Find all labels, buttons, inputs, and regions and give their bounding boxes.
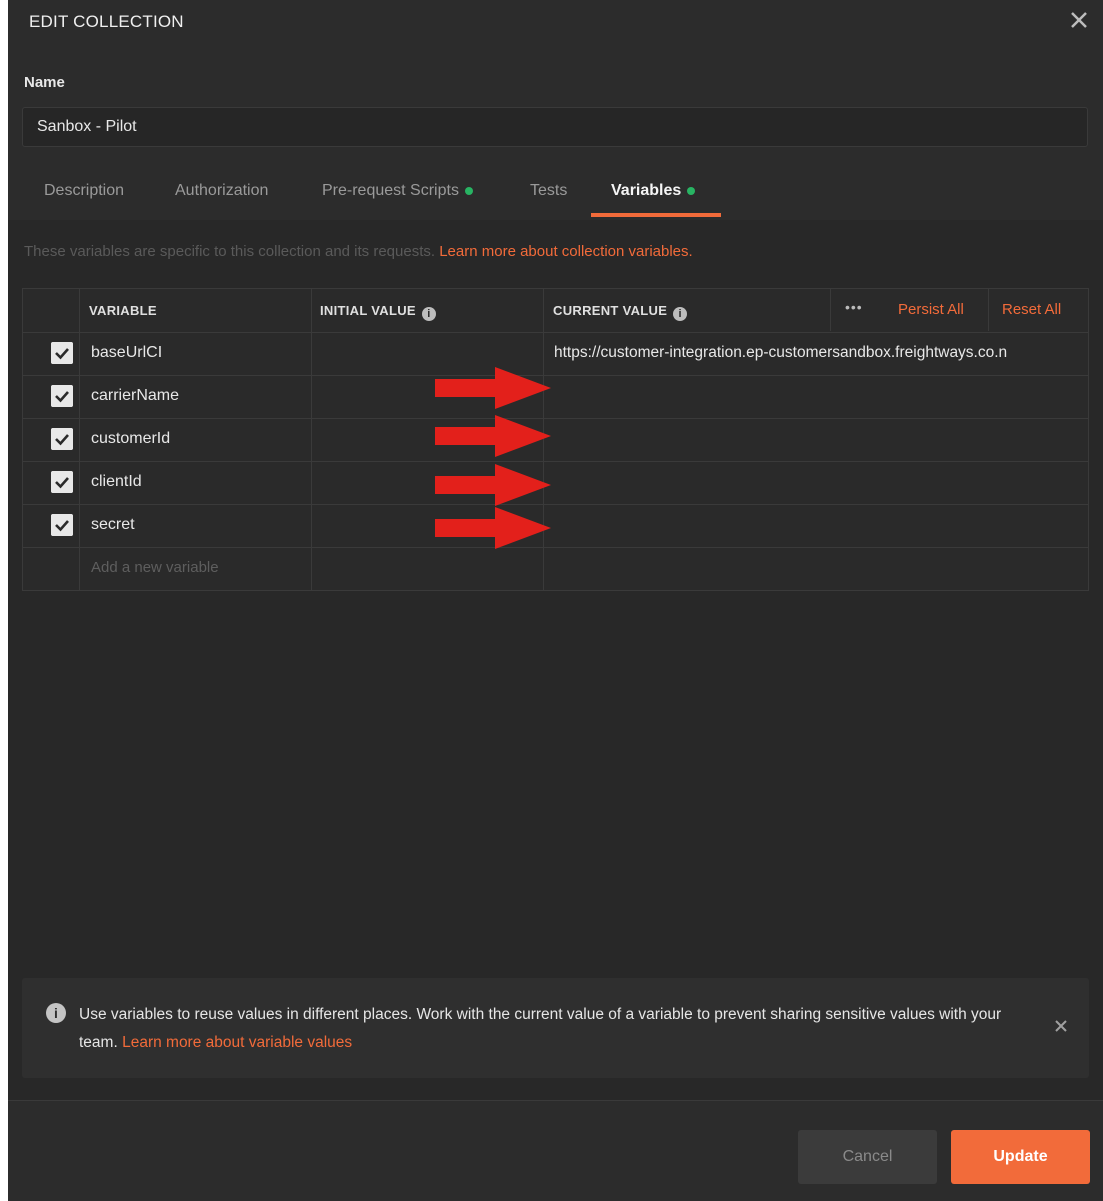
update-button[interactable]: Update bbox=[951, 1130, 1090, 1184]
name-label: Name bbox=[24, 74, 65, 91]
cancel-button[interactable]: Cancel bbox=[798, 1130, 937, 1184]
info-icon: i bbox=[46, 1003, 66, 1023]
info-icon[interactable]: i bbox=[673, 307, 688, 321]
tab-tests-label: Tests bbox=[530, 182, 568, 199]
variable-name[interactable]: carrierName bbox=[91, 387, 179, 405]
red-arrow-annotation bbox=[435, 415, 551, 457]
more-options-button[interactable]: ••• bbox=[845, 299, 863, 315]
modal-header: EDIT COLLECTION bbox=[8, 0, 1103, 45]
status-dot-icon bbox=[687, 186, 696, 195]
variable-name[interactable]: clientId bbox=[91, 473, 142, 491]
current-value[interactable]: https://customer-integration.ep-customer… bbox=[554, 344, 1007, 362]
learn-more-collection-variables-link[interactable]: Learn more about collection variables. bbox=[439, 243, 692, 260]
tab-description-label: Description bbox=[44, 182, 125, 199]
info-text: These variables are specific to this col… bbox=[24, 243, 436, 260]
active-tab-indicator bbox=[591, 213, 721, 217]
learn-more-variable-values-link[interactable]: Learn more about variable values bbox=[122, 1034, 352, 1051]
header-current-value-label: CURRENT VALUE bbox=[553, 303, 668, 318]
variable-name[interactable]: customerId bbox=[91, 430, 170, 448]
close-icon[interactable] bbox=[1065, 6, 1093, 34]
row-checkbox[interactable] bbox=[51, 342, 73, 364]
header-initial-value-label: INITIAL VALUE bbox=[320, 303, 416, 318]
tab-pre-request-scripts-label: Pre-request Scripts bbox=[322, 182, 459, 199]
tab-variables[interactable]: Variables bbox=[611, 165, 696, 217]
row-checkbox[interactable] bbox=[51, 514, 73, 536]
add-variable-input[interactable]: Add a new variable bbox=[91, 559, 219, 576]
close-icon[interactable] bbox=[1053, 1018, 1069, 1034]
row-checkbox[interactable] bbox=[51, 471, 73, 493]
modal-title: EDIT COLLECTION bbox=[29, 12, 184, 31]
red-arrow-annotation bbox=[435, 367, 551, 409]
red-arrow-annotation bbox=[435, 464, 551, 506]
collection-name-input[interactable]: Sanbox - Pilot bbox=[22, 107, 1088, 147]
tab-bar: Description Authorization Pre-request Sc… bbox=[8, 165, 1103, 221]
reset-all-button[interactable]: Reset All bbox=[1002, 301, 1061, 318]
tab-tests[interactable]: Tests bbox=[530, 165, 567, 217]
variables-table: VARIABLE INITIAL VALUE i CURRENT VALUE i •… bbox=[22, 288, 1089, 591]
edit-collection-modal: EDIT COLLECTION Name Sanbox - Pilot Desc… bbox=[8, 0, 1103, 1201]
notice-text: Use variables to reuse values in differe… bbox=[79, 1001, 1019, 1057]
row-checkbox[interactable] bbox=[51, 428, 73, 450]
modal-footer: Cancel Update bbox=[8, 1100, 1103, 1201]
variables-notice: i Use variables to reuse values in diffe… bbox=[22, 978, 1089, 1078]
info-icon[interactable]: i bbox=[421, 307, 436, 321]
header-initial-value: INITIAL VALUE i bbox=[320, 303, 436, 321]
tab-description[interactable]: Description bbox=[44, 165, 124, 217]
variables-info-text: These variables are specific to this col… bbox=[24, 243, 693, 260]
row-checkbox[interactable] bbox=[51, 385, 73, 407]
tab-authorization[interactable]: Authorization bbox=[175, 165, 268, 217]
tab-variables-label: Variables bbox=[611, 182, 682, 199]
tab-pre-request-scripts[interactable]: Pre-request Scripts bbox=[322, 165, 473, 217]
red-arrow-annotation bbox=[435, 507, 551, 549]
variable-name[interactable]: baseUrlCI bbox=[91, 344, 162, 362]
header-variable: VARIABLE bbox=[89, 303, 157, 318]
persist-all-button[interactable]: Persist All bbox=[898, 301, 964, 318]
tab-authorization-label: Authorization bbox=[175, 182, 269, 199]
header-current-value: CURRENT VALUE i bbox=[553, 303, 688, 321]
variable-name[interactable]: secret bbox=[91, 516, 135, 534]
status-dot-icon bbox=[464, 186, 473, 195]
